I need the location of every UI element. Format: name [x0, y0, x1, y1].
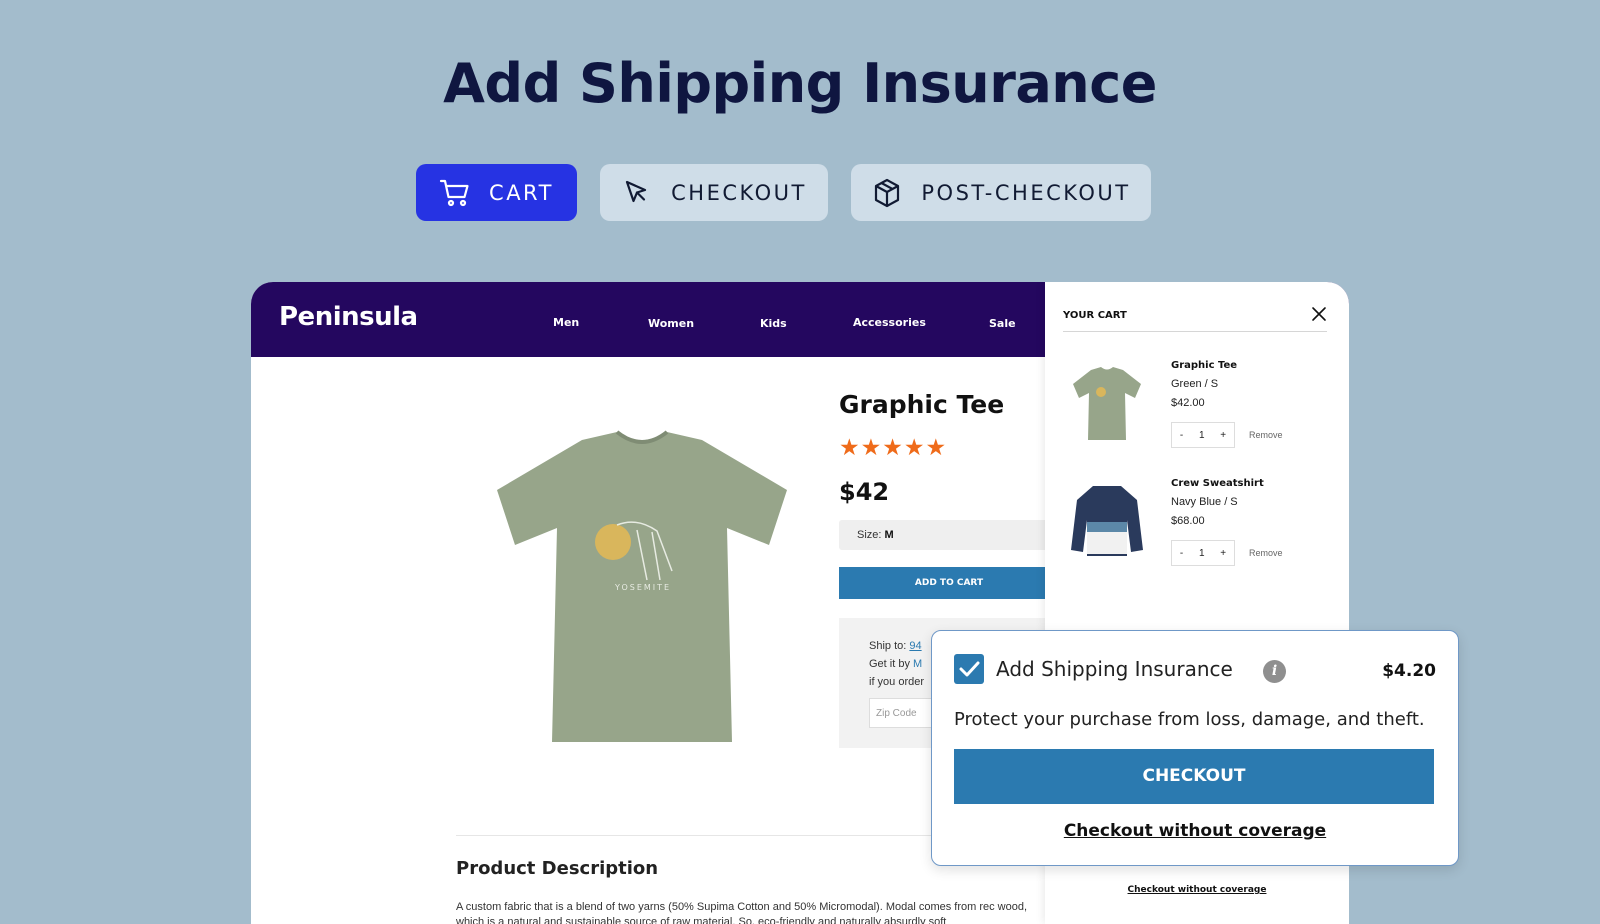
product-title: Graphic Tee [839, 390, 1005, 419]
shipping-insurance-popup: Add Shipping Insurance i $4.20 Protect y… [931, 630, 1459, 866]
description-title: Product Description [456, 858, 659, 879]
insurance-checkbox[interactable] [954, 654, 984, 684]
insurance-description: Protect your purchase from loss, damage,… [954, 709, 1425, 730]
tab-checkout-label: CHECKOUT [671, 180, 807, 205]
cart-item-image-sweatshirt [1071, 486, 1143, 556]
rating-stars: ★★★★★ [839, 434, 948, 460]
insurance-price: $4.20 [1382, 661, 1436, 681]
description-text: A custom fabric that is a blend of two y… [456, 901, 1028, 924]
quantity-value: 1 [1198, 547, 1205, 559]
svg-text:YOSEMITE: YOSEMITE [614, 583, 671, 592]
nav-link-kids[interactable]: Kids [760, 317, 787, 330]
get-it-by-label: Get it by [869, 658, 910, 670]
quantity-increase-button[interactable]: + [1220, 548, 1226, 559]
tab-bar: CART CHECKOUT POST-CHECKOUT [0, 164, 1600, 221]
cart-checkout-without-coverage-link[interactable]: Checkout without coverage [1045, 885, 1349, 895]
quantity-decrease-button[interactable]: - [1180, 430, 1183, 441]
quantity-increase-button[interactable]: + [1220, 430, 1226, 441]
ship-to-link[interactable]: 94 [909, 640, 921, 652]
quantity-decrease-button[interactable]: - [1180, 548, 1183, 559]
cart-item-variant: Navy Blue / S [1171, 496, 1238, 508]
cart-item-name: Graphic Tee [1171, 360, 1238, 371]
remove-item-link[interactable]: Remove [1249, 548, 1283, 558]
tab-post-checkout[interactable]: POST-CHECKOUT [851, 164, 1151, 221]
get-it-by-value: M [913, 658, 923, 670]
remove-item-link[interactable]: Remove [1249, 430, 1283, 440]
close-icon[interactable] [1309, 304, 1329, 324]
quantity-stepper: - 1 + [1171, 540, 1235, 566]
page-headline: Add Shipping Insurance [443, 52, 1157, 115]
insurance-title: Add Shipping Insurance [996, 657, 1233, 681]
cart-item-image-tee [1073, 367, 1141, 440]
nav-link-accessories[interactable]: Accessories [853, 316, 926, 329]
cart-icon [439, 179, 469, 206]
tab-cart[interactable]: CART [416, 164, 577, 221]
product-price: $42 [839, 478, 890, 506]
size-label: Size: [857, 529, 882, 541]
product-image: YOSEMITE [497, 430, 787, 742]
package-icon [875, 178, 900, 207]
quantity-stepper: - 1 + [1171, 422, 1235, 448]
cart-item-price: $42.00 [1171, 397, 1205, 409]
add-to-cart-button[interactable]: ADD TO CART [839, 567, 1059, 599]
nav-link-men[interactable]: Men [553, 316, 579, 329]
cart-item-price: $68.00 [1171, 515, 1205, 527]
tab-post-checkout-label: POST-CHECKOUT [921, 180, 1131, 205]
cart-item-name: Crew Sweatshirt [1171, 478, 1264, 489]
info-icon[interactable]: i [1263, 660, 1286, 683]
quantity-value: 1 [1198, 429, 1205, 441]
tab-cart-label: CART [489, 180, 554, 205]
cursor-icon [626, 180, 647, 202]
cart-title: YOUR CART [1063, 310, 1127, 321]
store-logo[interactable]: Peninsula [279, 302, 418, 332]
checkout-button[interactable]: CHECKOUT [954, 749, 1434, 804]
nav-link-sale[interactable]: Sale [989, 317, 1016, 330]
if-you-order-text: if you order [869, 676, 925, 688]
cart-divider [1063, 331, 1327, 332]
checkout-without-coverage-link[interactable]: Checkout without coverage [932, 821, 1458, 841]
size-value: M [884, 529, 894, 541]
nav-link-women[interactable]: Women [648, 317, 694, 330]
cart-item-variant: Green / S [1171, 378, 1219, 390]
tab-checkout[interactable]: CHECKOUT [600, 164, 828, 221]
ship-to-label: Ship to: [869, 640, 907, 652]
size-selector[interactable]: Size: M [839, 520, 1059, 550]
